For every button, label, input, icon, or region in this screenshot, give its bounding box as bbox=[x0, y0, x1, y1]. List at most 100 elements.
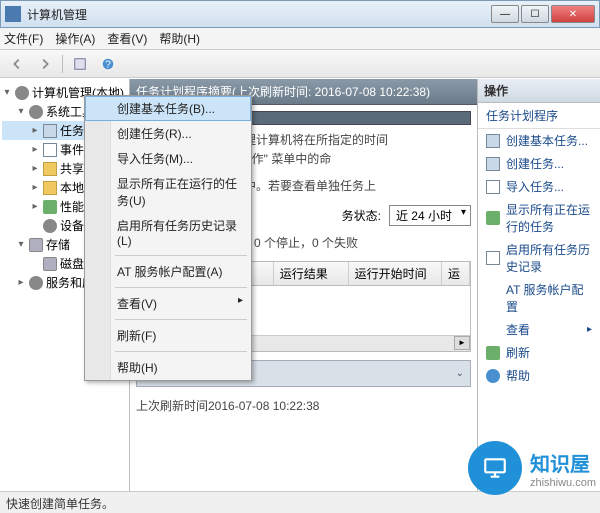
action-label: 启用所有任务历史记录 bbox=[506, 241, 592, 275]
ctx-label: 创建基本任务(B)... bbox=[117, 102, 215, 116]
ctx-refresh[interactable]: 刷新(F) bbox=[85, 323, 251, 348]
ctx-view[interactable]: 查看(V) bbox=[85, 291, 251, 316]
watermark: 知识屋 zhishiwu.com bbox=[468, 441, 596, 495]
action-label: 显示所有正在运行的任务 bbox=[506, 201, 592, 235]
svg-text:?: ? bbox=[105, 58, 111, 70]
action-at-config[interactable]: AT 服务帐户配置 bbox=[478, 278, 600, 318]
tree-label: 存储 bbox=[46, 236, 70, 253]
window-title: 计算机管理 bbox=[27, 6, 491, 23]
watermark-url: zhishiwu.com bbox=[530, 477, 596, 489]
ctx-label: 创建任务(R)... bbox=[117, 127, 192, 141]
action-label: AT 服务帐户配置 bbox=[506, 281, 592, 315]
back-button[interactable] bbox=[6, 53, 28, 75]
ctx-label: 显示所有正在运行的任务(U) bbox=[117, 177, 237, 208]
ctx-create-basic-task[interactable]: 创建基本任务(B)... bbox=[85, 96, 251, 121]
maximize-button[interactable]: ☐ bbox=[521, 5, 549, 23]
toolbar: ? bbox=[0, 50, 600, 78]
actions-subtitle: 任务计划程序 bbox=[478, 103, 600, 129]
perf-icon bbox=[43, 200, 57, 214]
action-label: 刷新 bbox=[506, 344, 530, 361]
blank-icon bbox=[486, 323, 500, 337]
event-icon bbox=[43, 143, 57, 157]
ctx-label: AT 服务帐户配置(A) bbox=[117, 265, 223, 279]
running-icon bbox=[486, 211, 500, 225]
clock-icon bbox=[43, 124, 57, 138]
import-icon bbox=[486, 180, 500, 194]
users-icon bbox=[43, 181, 57, 195]
action-label: 创建任务... bbox=[506, 155, 564, 172]
disk-icon bbox=[43, 257, 57, 271]
watermark-name: 知识屋 bbox=[530, 448, 596, 477]
chevron-down-icon: ⌄ bbox=[456, 368, 464, 379]
tree-label: 性能 bbox=[60, 198, 84, 215]
app-icon bbox=[5, 6, 21, 22]
window-controls: — ☐ ✕ bbox=[491, 5, 595, 23]
col-result[interactable]: 运行结果 bbox=[274, 262, 349, 285]
task-icon bbox=[486, 157, 500, 171]
ctx-separator bbox=[115, 287, 247, 288]
ctx-show-running[interactable]: 显示所有正在运行的任务(U) bbox=[85, 171, 251, 213]
period-select[interactable]: 近 24 小时 bbox=[389, 205, 471, 226]
forward-button[interactable] bbox=[34, 53, 56, 75]
ctx-separator bbox=[115, 319, 247, 320]
watermark-text: 知识屋 zhishiwu.com bbox=[530, 448, 596, 489]
action-label: 帮助 bbox=[506, 367, 530, 384]
menu-file[interactable]: 文件(F) bbox=[4, 30, 43, 47]
ctx-label: 查看(V) bbox=[117, 297, 157, 311]
ctx-label: 刷新(F) bbox=[117, 329, 156, 343]
help-icon bbox=[486, 369, 500, 383]
folder-icon bbox=[43, 162, 57, 176]
computer-icon bbox=[15, 86, 29, 100]
services-icon bbox=[29, 276, 43, 290]
scroll-right-button[interactable]: ► bbox=[454, 336, 470, 350]
ctx-enable-history[interactable]: 启用所有任务历史记录(L) bbox=[85, 213, 251, 252]
close-button[interactable]: ✕ bbox=[551, 5, 595, 23]
menu-action[interactable]: 操作(A) bbox=[55, 30, 95, 47]
col-end[interactable]: 运 bbox=[442, 262, 470, 285]
toolbar-separator bbox=[62, 55, 63, 73]
action-label: 查看 bbox=[506, 321, 530, 338]
history-icon bbox=[486, 251, 500, 265]
actions-pane: 操作 任务计划程序 创建基本任务... 创建任务... 导入任务... 显示所有… bbox=[478, 79, 600, 491]
action-label: 导入任务... bbox=[506, 178, 564, 195]
last-refresh-timestamp: 上次刷新时间2016-07-08 10:22:38 bbox=[136, 397, 471, 414]
task-icon bbox=[486, 134, 500, 148]
title-bar: 计算机管理 — ☐ ✕ bbox=[0, 0, 600, 28]
menu-bar: 文件(F) 操作(A) 查看(V) 帮助(H) bbox=[0, 28, 600, 50]
action-import-task[interactable]: 导入任务... bbox=[478, 175, 600, 198]
status-label: 务状态: bbox=[342, 207, 381, 224]
ctx-separator bbox=[115, 255, 247, 256]
properties-button[interactable] bbox=[69, 53, 91, 75]
ctx-at-config[interactable]: AT 服务帐户配置(A) bbox=[85, 259, 251, 284]
actions-header: 操作 bbox=[478, 79, 600, 103]
action-refresh[interactable]: 刷新 bbox=[478, 341, 600, 364]
ctx-import-task[interactable]: 导入任务(M)... bbox=[85, 146, 251, 171]
monitor-icon bbox=[482, 455, 508, 481]
minimize-button[interactable]: — bbox=[491, 5, 519, 23]
action-create-basic-task[interactable]: 创建基本任务... bbox=[478, 129, 600, 152]
col-start-time[interactable]: 运行开始时间 bbox=[349, 262, 442, 285]
device-icon bbox=[43, 219, 57, 233]
period-value: 近 24 小时 bbox=[396, 209, 452, 223]
help-button[interactable]: ? bbox=[97, 53, 119, 75]
refresh-icon bbox=[486, 346, 500, 360]
storage-icon bbox=[29, 238, 43, 252]
context-menu: 创建基本任务(B)... 创建任务(R)... 导入任务(M)... 显示所有正… bbox=[84, 95, 252, 381]
action-show-running[interactable]: 显示所有正在运行的任务 bbox=[478, 198, 600, 238]
ctx-create-task[interactable]: 创建任务(R)... bbox=[85, 121, 251, 146]
action-create-task[interactable]: 创建任务... bbox=[478, 152, 600, 175]
ctx-help[interactable]: 帮助(H) bbox=[85, 355, 251, 380]
ctx-label: 帮助(H) bbox=[117, 361, 158, 375]
ctx-label: 导入任务(M)... bbox=[117, 152, 193, 166]
action-help[interactable]: 帮助 bbox=[478, 364, 600, 387]
ctx-separator bbox=[115, 351, 247, 352]
menu-view[interactable]: 查看(V) bbox=[107, 30, 147, 47]
action-view[interactable]: 查看 ▸ bbox=[478, 318, 600, 341]
action-enable-history[interactable]: 启用所有任务历史记录 bbox=[478, 238, 600, 278]
tools-icon bbox=[29, 105, 43, 119]
watermark-badge bbox=[468, 441, 522, 495]
menu-help[interactable]: 帮助(H) bbox=[159, 30, 200, 47]
chevron-right-icon: ▸ bbox=[587, 324, 592, 335]
blank-icon bbox=[486, 291, 500, 305]
ctx-label: 启用所有任务历史记录(L) bbox=[117, 219, 237, 248]
